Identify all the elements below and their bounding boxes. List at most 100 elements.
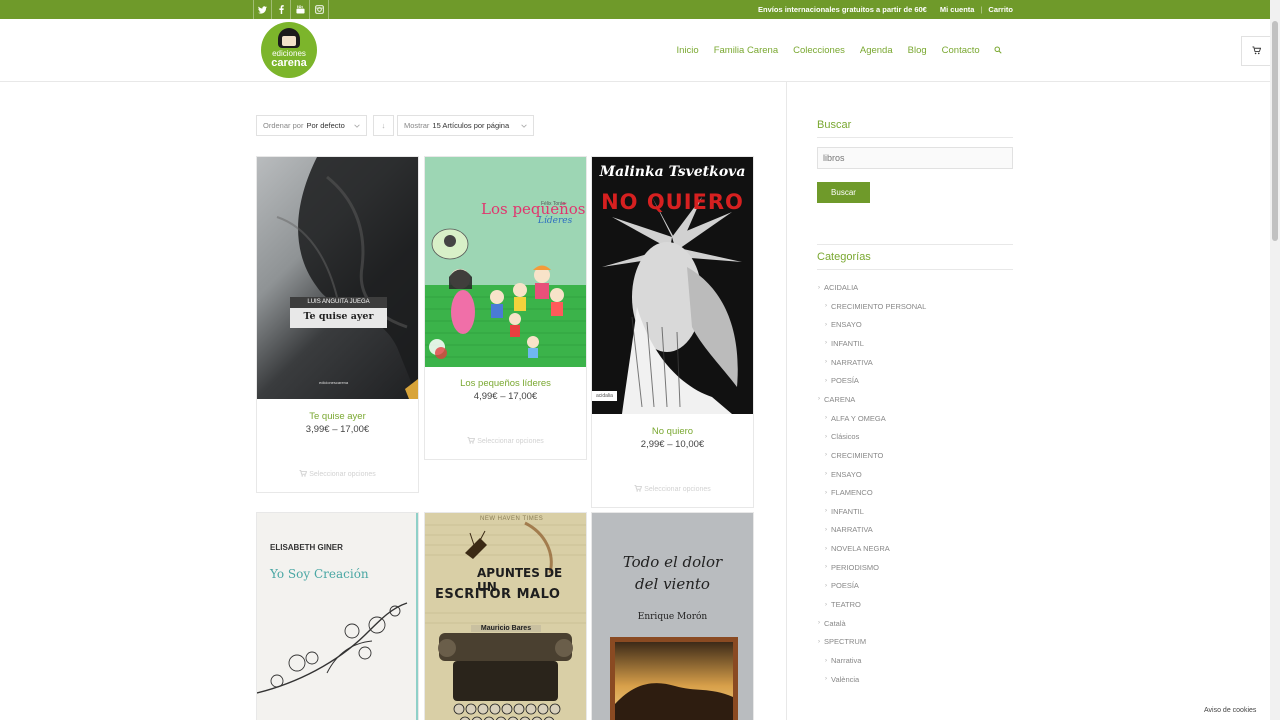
book-cover[interactable]: Malinka Tsvetkova NO QUIERO acidalia: [592, 157, 753, 414]
category-item[interactable]: › PERIODISMO: [825, 563, 879, 572]
nav-item-agenda[interactable]: Agenda: [860, 45, 893, 56]
search-input[interactable]: libros: [817, 147, 1013, 169]
instagram-icon[interactable]: [310, 0, 329, 19]
divider: [817, 269, 1013, 270]
select-options-button[interactable]: Seleccionar opciones: [425, 436, 586, 446]
product-title[interactable]: Te quise ayer: [257, 411, 418, 422]
category-item[interactable]: › POESÍA: [825, 376, 859, 385]
category-item[interactable]: › ACIDALIA: [818, 283, 858, 292]
product-title[interactable]: Los pequeños líderes: [425, 378, 586, 389]
category-label: FLAMENCO: [831, 488, 873, 498]
category-item[interactable]: › FLAMENCO: [825, 488, 873, 497]
separator: |: [980, 5, 983, 14]
category-item[interactable]: › CRECIMIENTO: [825, 451, 883, 460]
book-cover[interactable]: NEW HAVEN TIMES APUNTES DE UN ESCRITOR M…: [425, 513, 586, 720]
category-item[interactable]: › NOVELA NEGRA: [825, 544, 890, 553]
category-label: ENSAYO: [831, 320, 862, 330]
sidebar-divider: [786, 82, 787, 720]
category-item[interactable]: › INFANTIL: [825, 339, 864, 348]
chevron-right-icon: ›: [825, 545, 827, 552]
book-cover[interactable]: Todo el dolor del viento Enrique Morón: [592, 513, 753, 720]
category-item[interactable]: › CRECIMIENTO PERSONAL: [825, 302, 926, 311]
product-card[interactable]: NEW HAVEN TIMES APUNTES DE UN ESCRITOR M…: [424, 512, 587, 720]
cover-subtitle: Líderes: [538, 216, 573, 226]
category-label: SPECTRUM: [824, 637, 867, 647]
cover-publisher: edicionescarena: [319, 380, 349, 385]
cover-author: LUIS ANGUITA JUEGA: [290, 297, 387, 308]
youtube-icon[interactable]: [291, 0, 310, 19]
category-label: Clásicos: [831, 432, 860, 442]
logo[interactable]: ediciones carena: [261, 22, 317, 78]
chevron-right-icon: ›: [825, 508, 827, 515]
nav-item-familia-carena[interactable]: Familia Carena: [714, 45, 778, 56]
nav-item-colecciones[interactable]: Colecciones: [793, 45, 845, 56]
chevron-right-icon: ›: [825, 526, 827, 533]
chevron-right-icon: ›: [825, 564, 827, 571]
product-card[interactable]: Félix Toráe Los pequeños Líderes Los peq…: [424, 156, 587, 460]
book-cover[interactable]: ELISABETH GINER Yo Soy Creación: [257, 513, 418, 720]
cover-title-line2: ESCRITOR MALO: [435, 587, 561, 602]
cart-link[interactable]: Carrito: [988, 5, 1013, 14]
nav-item-contacto[interactable]: Contacto: [942, 45, 980, 56]
cookie-notice[interactable]: Aviso de cookies: [1204, 707, 1256, 714]
category-label: TEATRO: [831, 600, 861, 610]
product-title[interactable]: No quiero: [592, 426, 753, 437]
sort-direction-button[interactable]: ↓: [373, 115, 394, 136]
nav-item-inicio[interactable]: Inicio: [677, 45, 699, 56]
cover-title: NO QUIERO: [601, 190, 744, 214]
category-item[interactable]: › Narrativa: [825, 656, 861, 665]
product-card[interactable]: Malinka Tsvetkova NO QUIERO acidalia No …: [591, 156, 754, 508]
product-card[interactable]: LUIS ANGUITA JUEGA Te quise ayer edicion…: [256, 156, 419, 493]
category-item[interactable]: › Català: [818, 619, 846, 628]
cover-title-line2: del viento: [635, 575, 710, 593]
select-options-button[interactable]: Seleccionar opciones: [257, 469, 418, 479]
sort-dropdown[interactable]: Ordenar por Por defecto: [256, 115, 367, 136]
sort-prefix: Ordenar por: [263, 121, 304, 130]
my-account-link[interactable]: Mi cuenta: [940, 5, 975, 14]
category-item[interactable]: › CARENA: [818, 395, 855, 404]
chevron-right-icon: ›: [825, 657, 827, 664]
page-scrollbar[interactable]: [1270, 0, 1280, 720]
social-links: [253, 0, 329, 19]
select-options-button[interactable]: Seleccionar opciones: [592, 484, 753, 494]
category-item[interactable]: › ENSAYO: [825, 470, 862, 479]
select-options-label: Seleccionar opciones: [309, 471, 376, 478]
book-cover[interactable]: LUIS ANGUITA JUEGA Te quise ayer edicion…: [257, 157, 418, 399]
ordering-controls: Ordenar por Por defecto ↓ Mostrar 15 Art…: [256, 115, 534, 136]
category-label: INFANTIL: [831, 338, 864, 348]
category-label: Narrativa: [831, 656, 862, 665]
sort-direction-icon: ↓: [381, 121, 386, 130]
nav-item-blog[interactable]: Blog: [908, 45, 927, 56]
product-card[interactable]: Todo el dolor del viento Enrique Morón: [591, 512, 754, 720]
cart-icon: [634, 484, 643, 494]
twitter-icon[interactable]: [253, 0, 272, 19]
cover-label: LUIS ANGUITA JUEGA Te quise ayer: [290, 297, 387, 328]
category-item[interactable]: › Clásicos: [825, 432, 859, 441]
category-item[interactable]: › INFANTIL: [825, 507, 864, 516]
search-button[interactable]: Buscar: [817, 182, 870, 203]
cover-title-line1: Todo el dolor: [622, 553, 723, 571]
book-cover[interactable]: Félix Toráe Los pequeños Líderes: [425, 157, 586, 367]
category-label: PERIODISMO: [831, 562, 879, 572]
category-item[interactable]: › ENSAYO: [825, 320, 862, 329]
category-item[interactable]: › València: [825, 675, 859, 684]
category-item[interactable]: › SPECTRUM: [818, 637, 866, 646]
cart-button[interactable]: [1241, 36, 1271, 66]
product-card[interactable]: ELISABETH GINER Yo Soy Creación: [256, 512, 419, 720]
chevron-right-icon: ›: [818, 620, 820, 627]
facebook-icon[interactable]: [272, 0, 291, 19]
per-page-dropdown[interactable]: Mostrar 15 Artículos por página: [397, 115, 534, 136]
search-icon[interactable]: [994, 46, 1002, 54]
search-widget-title: Buscar: [817, 119, 852, 131]
product-price: 2,99€ – 10,00€: [640, 439, 705, 450]
category-item[interactable]: › NARRATIVA: [825, 525, 873, 534]
site-header: ediciones carena Inicio Familia Carena C…: [0, 19, 1280, 82]
category-item[interactable]: › NARRATIVA: [825, 358, 873, 367]
scrollbar-thumb[interactable]: [1272, 21, 1278, 241]
cover-publisher: acidalia: [592, 391, 617, 401]
cover-newspaper: NEW HAVEN TIMES: [480, 516, 544, 522]
category-item[interactable]: › POESÍA: [825, 581, 859, 590]
category-item[interactable]: › TEATRO: [825, 600, 861, 609]
chevron-right-icon: ›: [825, 359, 827, 366]
category-item[interactable]: › ALFA Y OMEGA: [825, 414, 886, 423]
